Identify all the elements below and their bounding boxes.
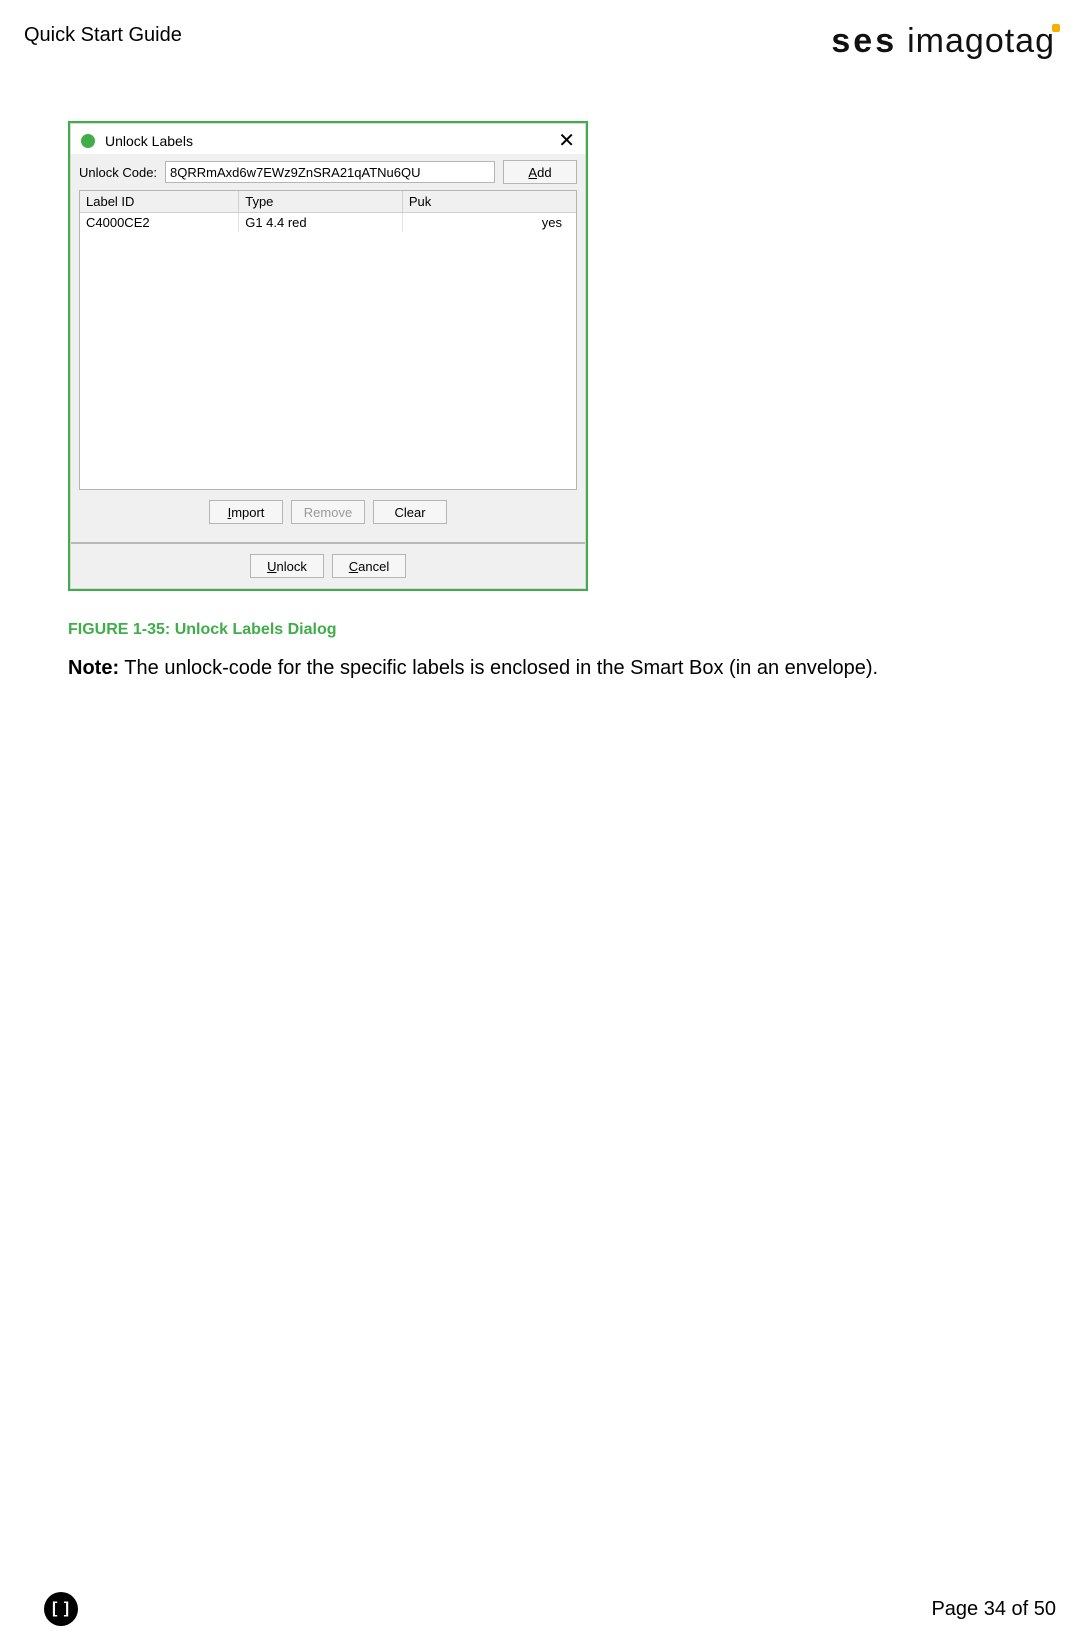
dialog-title: Unlock Labels <box>105 133 535 149</box>
labels-table[interactable]: Label ID Type Puk C4000CE2 G1 4.4 red ye… <box>79 190 577 490</box>
figure-screenshot: Unlock Labels ✕ Unlock Code: Add <box>68 121 588 591</box>
page-number: Page 34 of 50 <box>931 1598 1056 1621</box>
brand-dot-icon <box>1052 24 1060 32</box>
import-button[interactable]: Import <box>209 500 283 524</box>
brand-light: imagotag <box>907 22 1055 60</box>
table-header-row: Label ID Type Puk <box>80 191 576 213</box>
cell-label-id: C4000CE2 <box>80 213 239 233</box>
brand-logo: ses imagotag <box>831 22 1060 61</box>
status-led-icon <box>81 134 95 148</box>
note-label: Note: <box>68 657 119 679</box>
brand-bold: ses <box>831 22 897 60</box>
document-title: Quick Start Guide <box>24 24 182 47</box>
figure-caption: FIGURE 1-35: Unlock Labels Dialog <box>68 621 1060 639</box>
add-button[interactable]: Add <box>503 160 577 184</box>
col-label-id[interactable]: Label ID <box>80 191 239 213</box>
cell-type: G1 4.4 red <box>239 213 403 233</box>
clear-button[interactable]: Clear <box>373 500 447 524</box>
remove-button: Remove <box>291 500 365 524</box>
bracket-badge-icon: [ ] <box>44 1592 78 1626</box>
note-paragraph: Note: The unlock-code for the specific l… <box>68 655 1060 682</box>
unlock-code-label: Unlock Code: <box>79 165 157 180</box>
cancel-button[interactable]: Cancel <box>332 554 406 578</box>
unlock-button[interactable]: Unlock <box>250 554 324 578</box>
cell-puk: yes <box>402 213 576 233</box>
col-puk[interactable]: Puk <box>402 191 576 213</box>
col-type[interactable]: Type <box>239 191 403 213</box>
unlock-labels-dialog: Unlock Labels ✕ Unlock Code: Add <box>70 123 586 589</box>
close-icon[interactable]: ✕ <box>535 132 575 150</box>
table-row[interactable]: C4000CE2 G1 4.4 red yes <box>80 213 576 233</box>
note-text: The unlock-code for the specific labels … <box>119 657 878 679</box>
unlock-code-input[interactable] <box>165 161 495 183</box>
dialog-titlebar: Unlock Labels ✕ <box>71 124 585 154</box>
